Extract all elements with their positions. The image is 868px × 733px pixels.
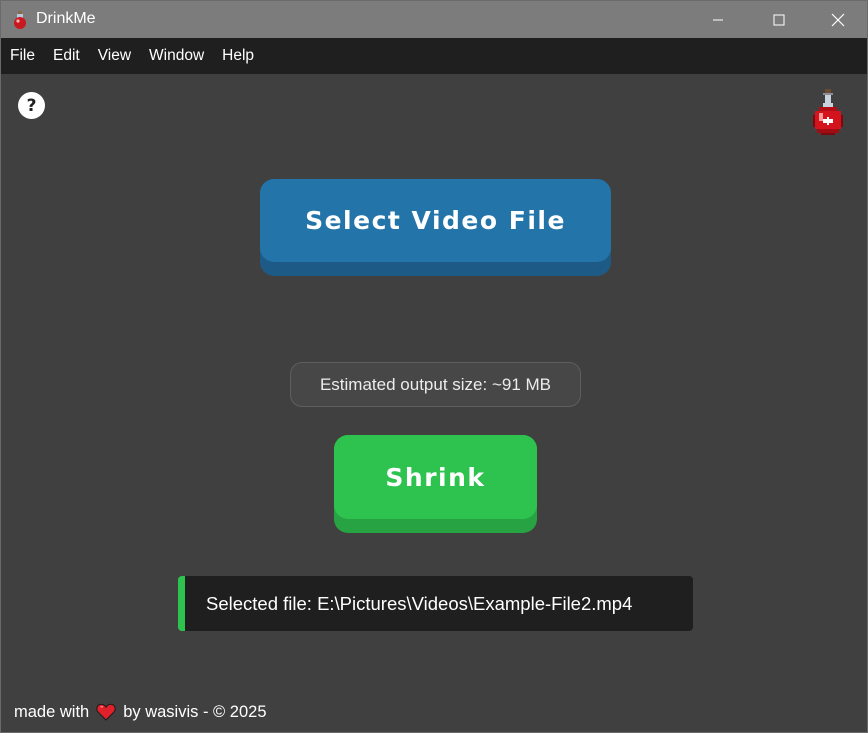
shrink-button[interactable]: Shrink	[334, 435, 537, 533]
minimize-button[interactable]	[695, 1, 741, 38]
heart-icon	[96, 703, 116, 721]
title-bar[interactable]: DrinkMe	[1, 1, 867, 38]
menu-help[interactable]: Help	[213, 38, 263, 74]
close-button[interactable]	[815, 1, 861, 38]
menu-edit[interactable]: Edit	[44, 38, 89, 74]
menu-bar: File Edit View Window Help	[1, 38, 867, 74]
minimize-icon	[713, 19, 723, 20]
potion-app-icon	[14, 11, 26, 29]
help-icon: ?	[26, 95, 37, 116]
menu-window[interactable]: Window	[140, 38, 213, 74]
maximize-button[interactable]	[756, 1, 802, 38]
menu-file[interactable]: File	[1, 38, 44, 74]
maximize-icon	[773, 14, 785, 25]
help-button[interactable]: ?	[18, 92, 45, 119]
estimated-size-badge: Estimated output size: ~91 MB	[290, 362, 581, 407]
potion-bottle-icon	[813, 89, 843, 135]
shrink-label: Shrink	[334, 435, 537, 519]
menu-view[interactable]: View	[89, 38, 140, 74]
footer-credit: made with by wasivis - © 2025	[14, 701, 267, 723]
selected-file-status: Selected file: E:\Pictures\Videos\Exampl…	[178, 576, 693, 631]
select-video-file-button[interactable]: Select Video File	[260, 179, 611, 276]
app-window: DrinkMe File Edit View Window Help ? Sel…	[0, 0, 868, 733]
footer-by-text: by wasivis - © 2025	[123, 702, 267, 721]
window-title: DrinkMe	[36, 10, 96, 27]
close-icon	[831, 13, 845, 26]
footer-made-with: made with	[14, 702, 90, 721]
select-video-file-label: Select Video File	[260, 179, 611, 262]
